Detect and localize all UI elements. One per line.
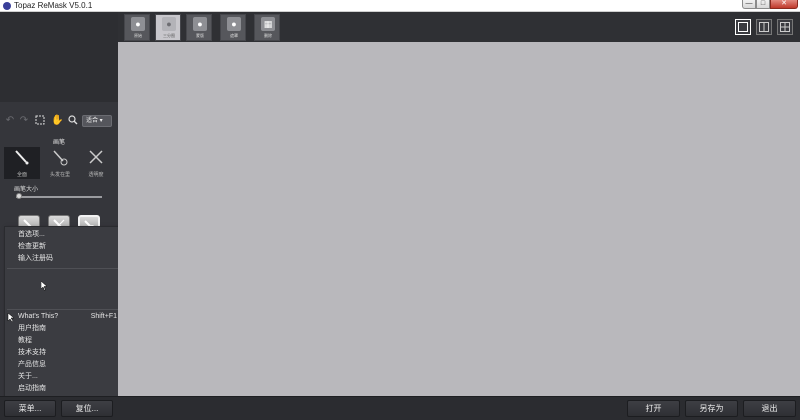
menu-item-preferences[interactable]: 首选项... [5,229,127,241]
menu-item-disabled [5,295,127,307]
menu-item-user-guide[interactable]: 用户指南 [5,323,127,335]
menu-separator [7,268,125,269]
quad-view-button[interactable] [777,19,793,35]
brush-mode-transparency[interactable]: 透明度 [78,147,114,179]
brush-mode-full[interactable]: 全面 [4,147,40,179]
reset-button[interactable]: 复位... [61,400,113,417]
apple-icon: ● [227,17,241,31]
menu-item-product-info[interactable]: 产品信息 [5,359,127,371]
minimize-button[interactable]: — [742,0,756,9]
brush-full-icon [15,150,29,165]
brush-mode-label: 全面 [16,172,27,178]
apple-icon: ● [131,17,145,31]
brush-mode-label: 透明度 [88,172,104,178]
select-icon[interactable] [34,115,46,127]
tab-matte[interactable]: ● 遮罩 [220,14,246,41]
split-view-icon [759,22,769,32]
menu-item-support[interactable]: 技术支持 [5,347,127,359]
brush-mode-label: 头发在里 [49,172,70,178]
apple-icon: ● [193,17,207,31]
menu-item-disabled [5,283,127,295]
popup-menu: 首选项... 检查更新 输入注册码 What's This? Shift+F1 … [4,226,128,398]
tab-delete[interactable]: ▦ 删除 [254,14,280,41]
menu-item-tutorial[interactable]: 教程 [5,335,127,347]
brush-mode-hair[interactable]: 头发在里 [42,147,78,179]
checker-icon: ▦ [261,17,275,31]
menu-item-startup-guide[interactable]: 启动指南 [5,383,127,395]
menu-item-enter-code[interactable]: 输入注册码 [5,253,127,265]
brush-size-slider[interactable] [16,196,102,198]
single-view-icon [738,22,748,32]
apple-icon: ● [162,17,176,31]
single-view-button[interactable] [735,19,751,35]
menu-separator [7,309,125,310]
tab-original[interactable]: ● 原始 [124,14,150,41]
zoom-select[interactable]: 适合 ▾ [82,115,112,127]
menu-button[interactable]: 菜单... [4,400,56,417]
mouse-cursor-icon [41,281,48,291]
brush-size-label: 画笔大小 [14,187,39,193]
menu-item-whats-this[interactable]: What's This? Shift+F1 [5,311,127,323]
app-logo-icon [3,2,11,10]
whats-this-label: What's This? [18,313,59,320]
exit-button[interactable]: 退出 [743,400,796,417]
hand-icon[interactable]: ✋ [51,115,63,127]
navigator-area [0,12,118,102]
window-title: Topaz ReMask V5.0.1 [14,1,93,10]
quad-view-icon [780,22,790,32]
tab-label: 原始 [134,33,142,38]
brush-hair-icon [53,150,68,166]
open-button[interactable]: 打开 [627,400,680,417]
tab-label: 遮罩 [230,33,238,38]
tool-row: ↶ ↷ ✋ 适合 ▾ [0,112,118,130]
brush-title: 画笔 [52,140,65,146]
redo-icon[interactable]: ↷ [18,115,30,127]
bottom-bar: 菜单... 复位... 打开 另存为 退出 [0,396,800,420]
menu-item-check-updates[interactable]: 检查更新 [5,241,127,253]
brush-size-slider-handle[interactable] [16,193,23,199]
image-canvas[interactable] [118,42,800,396]
zoom-icon[interactable] [67,115,79,127]
close-button[interactable]: ✕ [770,0,798,9]
tab-label: 删除 [264,33,272,38]
menu-item-disabled [5,271,127,283]
whats-this-icon [7,313,15,322]
title-bar: Topaz ReMask V5.0.1 — □ ✕ [0,0,800,12]
save-as-button[interactable]: 另存为 [685,400,738,417]
brush-transparency-icon [89,150,103,164]
tab-label: 蒙版 [196,33,204,38]
maximize-button[interactable]: □ [756,0,770,9]
split-view-button[interactable] [756,19,772,35]
tab-label: 三分图 [163,33,175,38]
tab-mask[interactable]: ● 蒙版 [186,14,212,41]
whats-this-shortcut: Shift+F1 [90,313,117,320]
tab-tricolor[interactable]: ● 三分图 [155,14,181,41]
undo-icon[interactable]: ↶ [4,115,16,127]
menu-item-about[interactable]: 关于... [5,371,127,383]
view-tabs: ● 原始 ● 三分图 ● 蒙版 ● 遮罩 ▦ 删除 [118,12,800,42]
